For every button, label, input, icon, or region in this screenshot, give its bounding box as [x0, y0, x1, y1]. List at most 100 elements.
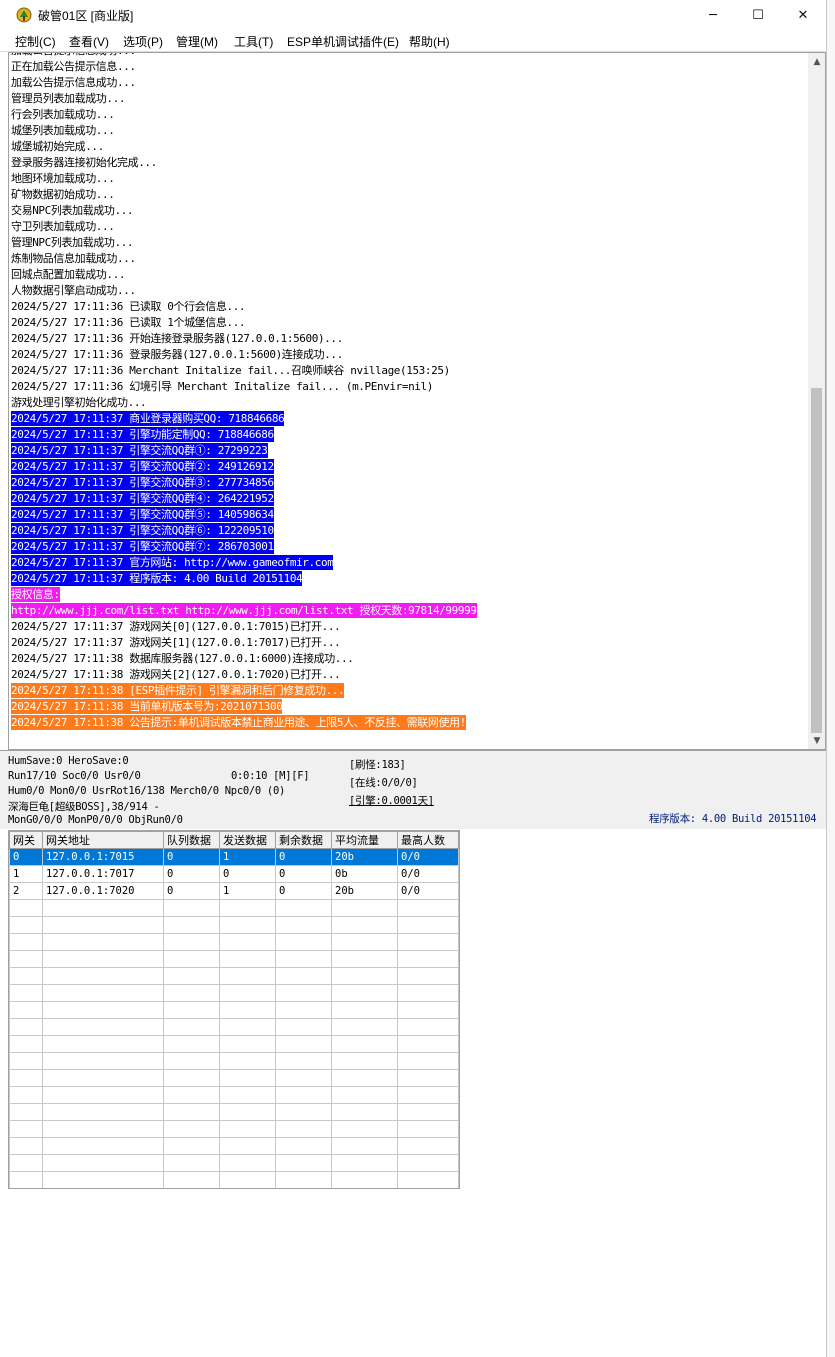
menu-view[interactable]: 查看(V) [69, 33, 109, 50]
log-scrollbar[interactable]: ▲ ▼ [808, 52, 826, 750]
menu-manage[interactable]: 管理(M) [176, 33, 218, 50]
table-cell [163, 1001, 220, 1019]
table-row-empty[interactable] [9, 1018, 459, 1036]
menu-options[interactable]: 选项(P) [123, 33, 163, 50]
table-cell [219, 1086, 276, 1104]
column-header[interactable]: 队列数据 [163, 831, 220, 849]
table-row-empty[interactable] [9, 1035, 459, 1053]
table-cell [42, 1154, 164, 1172]
table-row-empty[interactable] [9, 899, 459, 917]
log-line: 城堡城初始完成... [11, 140, 104, 153]
log-line: http://www.jjj.com/list.txt http://www.j… [11, 603, 477, 618]
scrollbar-thumb[interactable] [811, 388, 822, 733]
table-row-empty[interactable] [9, 1103, 459, 1121]
table-row-empty[interactable] [9, 1120, 459, 1138]
table-row-empty[interactable] [9, 1171, 459, 1188]
scroll-down-icon[interactable]: ▼ [811, 735, 823, 747]
table-cell [9, 1086, 43, 1104]
table-row-empty[interactable] [9, 1052, 459, 1070]
table-cell [331, 916, 398, 934]
log-line: 2024/5/27 17:11:37 引擎交流QQ群⑥: 122209510 [11, 523, 274, 538]
menu-esp-plugin[interactable]: ESP单机调试插件(E) [287, 33, 399, 50]
table-cell: 0/0 [397, 848, 459, 866]
log-line: 2024/5/27 17:11:37 引擎交流QQ群①: 27299223 [11, 443, 268, 458]
table-cell [331, 1052, 398, 1070]
table-cell [275, 933, 332, 951]
menu-control[interactable]: 控制(C) [15, 33, 56, 50]
log-line: 守卫列表加载成功... [11, 220, 115, 233]
table-cell: 0/0 [397, 865, 459, 883]
table-cell: 0 [275, 848, 332, 866]
table-cell [275, 1069, 332, 1087]
table-row-empty[interactable] [9, 1086, 459, 1104]
table-row-empty[interactable] [9, 1069, 459, 1087]
table-row-empty[interactable] [9, 1137, 459, 1155]
table-cell [397, 933, 459, 951]
table-cell [219, 1052, 276, 1070]
title-bar[interactable]: 破管01区 [商业版] ─ ☐ ✕ [0, 0, 826, 30]
table-cell [219, 1120, 276, 1138]
gateway-table: 网关 网关地址 队列数据 发送数据 剩余数据 平均流量 最高人数 0 127.0.0.1:70… [8, 830, 460, 1189]
log-line: 加载公告提示信息成功... [11, 76, 136, 89]
table-cell [42, 1086, 164, 1104]
log-line: 游戏处理引擎初始化成功... [11, 396, 147, 409]
mong-text: MonG0/0/0 MonP0/0/0 ObjRun0/0 [8, 814, 183, 826]
table-row-empty[interactable] [9, 967, 459, 985]
table-row-empty[interactable] [9, 933, 459, 951]
table-cell: 0 [9, 848, 43, 866]
table-cell [9, 1018, 43, 1036]
table-row[interactable]: 1 127.0.0.1:7017 0 0 0 0b 0/0 [9, 865, 459, 883]
column-header[interactable]: 最高人数 [397, 831, 459, 849]
run-text: Run17/10 Soc0/0 Usr0/0 [8, 770, 141, 782]
table-cell [275, 1086, 332, 1104]
scroll-up-icon[interactable]: ▲ [811, 56, 823, 68]
log-line: 行会列表加载成功... [11, 108, 115, 121]
table-row-empty[interactable] [9, 950, 459, 968]
table-cell [397, 916, 459, 934]
table-cell [331, 1035, 398, 1053]
table-row-empty[interactable] [9, 984, 459, 1002]
close-button[interactable]: ✕ [780, 0, 826, 30]
table-cell [42, 1120, 164, 1138]
column-header[interactable]: 发送数据 [219, 831, 276, 849]
table-row-empty[interactable] [9, 1154, 459, 1172]
log-line: 炼制物品信息加载成功... [11, 252, 136, 265]
window-title: 破管01区 [商业版] [38, 9, 134, 23]
table-cell [397, 1035, 459, 1053]
table-cell [219, 1137, 276, 1155]
table-cell [9, 1154, 43, 1172]
table-cell [9, 1069, 43, 1087]
table-cell [9, 1035, 43, 1053]
table-cell: 0 [275, 882, 332, 900]
minimize-button[interactable]: ─ [690, 0, 736, 30]
column-header[interactable]: 网关 [9, 831, 43, 849]
table-cell [397, 1001, 459, 1019]
table-row-empty[interactable] [9, 916, 459, 934]
column-header[interactable]: 网关地址 [42, 831, 164, 849]
program-version: 程序版本: 4.00 Build 20151104 [649, 813, 817, 825]
column-header[interactable]: 剩余数据 [275, 831, 332, 849]
log-line: 2024/5/27 17:11:36 Merchant Initalize fa… [11, 364, 450, 377]
table-cell [42, 950, 164, 968]
log-line: 2024/5/27 17:11:36 幻境引导 Merchant Initali… [11, 380, 433, 393]
log-line: 2024/5/27 17:11:37 引擎交流QQ群⑤: 140598634 [11, 507, 274, 522]
table-cell [397, 1018, 459, 1036]
table-cell [163, 933, 220, 951]
log-line: 正在加载公告提示信息... [11, 60, 136, 73]
maximize-button[interactable]: ☐ [735, 0, 781, 30]
table-cell: 1 [9, 865, 43, 883]
table-row[interactable]: 2 127.0.0.1:7020 0 1 0 20b 0/0 [9, 882, 459, 900]
table-cell [42, 1001, 164, 1019]
column-header[interactable]: 平均流量 [331, 831, 398, 849]
log-line: 2024/5/27 17:11:36 已读取 1个城堡信息... [11, 316, 246, 329]
boss-text: 深海巨龟[超级BOSS],38/914 - [8, 801, 160, 813]
table-row-empty[interactable] [9, 1001, 459, 1019]
hum-save-text: HumSave:0 HeroSave:0 [8, 755, 129, 767]
log-output[interactable]: 加载公告提示信息成功... 正在加载公告提示信息... 加载公告提示信息成功... 管… [8, 52, 810, 750]
log-line: 管理员列表加载成功... [11, 92, 126, 105]
menu-help[interactable]: 帮助(H) [409, 33, 450, 50]
menu-tools[interactable]: 工具(T) [234, 33, 273, 50]
table-cell [163, 1137, 220, 1155]
log-line: 2024/5/27 17:11:37 程序版本: 4.00 Build 2015… [11, 571, 303, 586]
table-row[interactable]: 0 127.0.0.1:7015 0 1 0 20b 0/0 [9, 848, 459, 866]
